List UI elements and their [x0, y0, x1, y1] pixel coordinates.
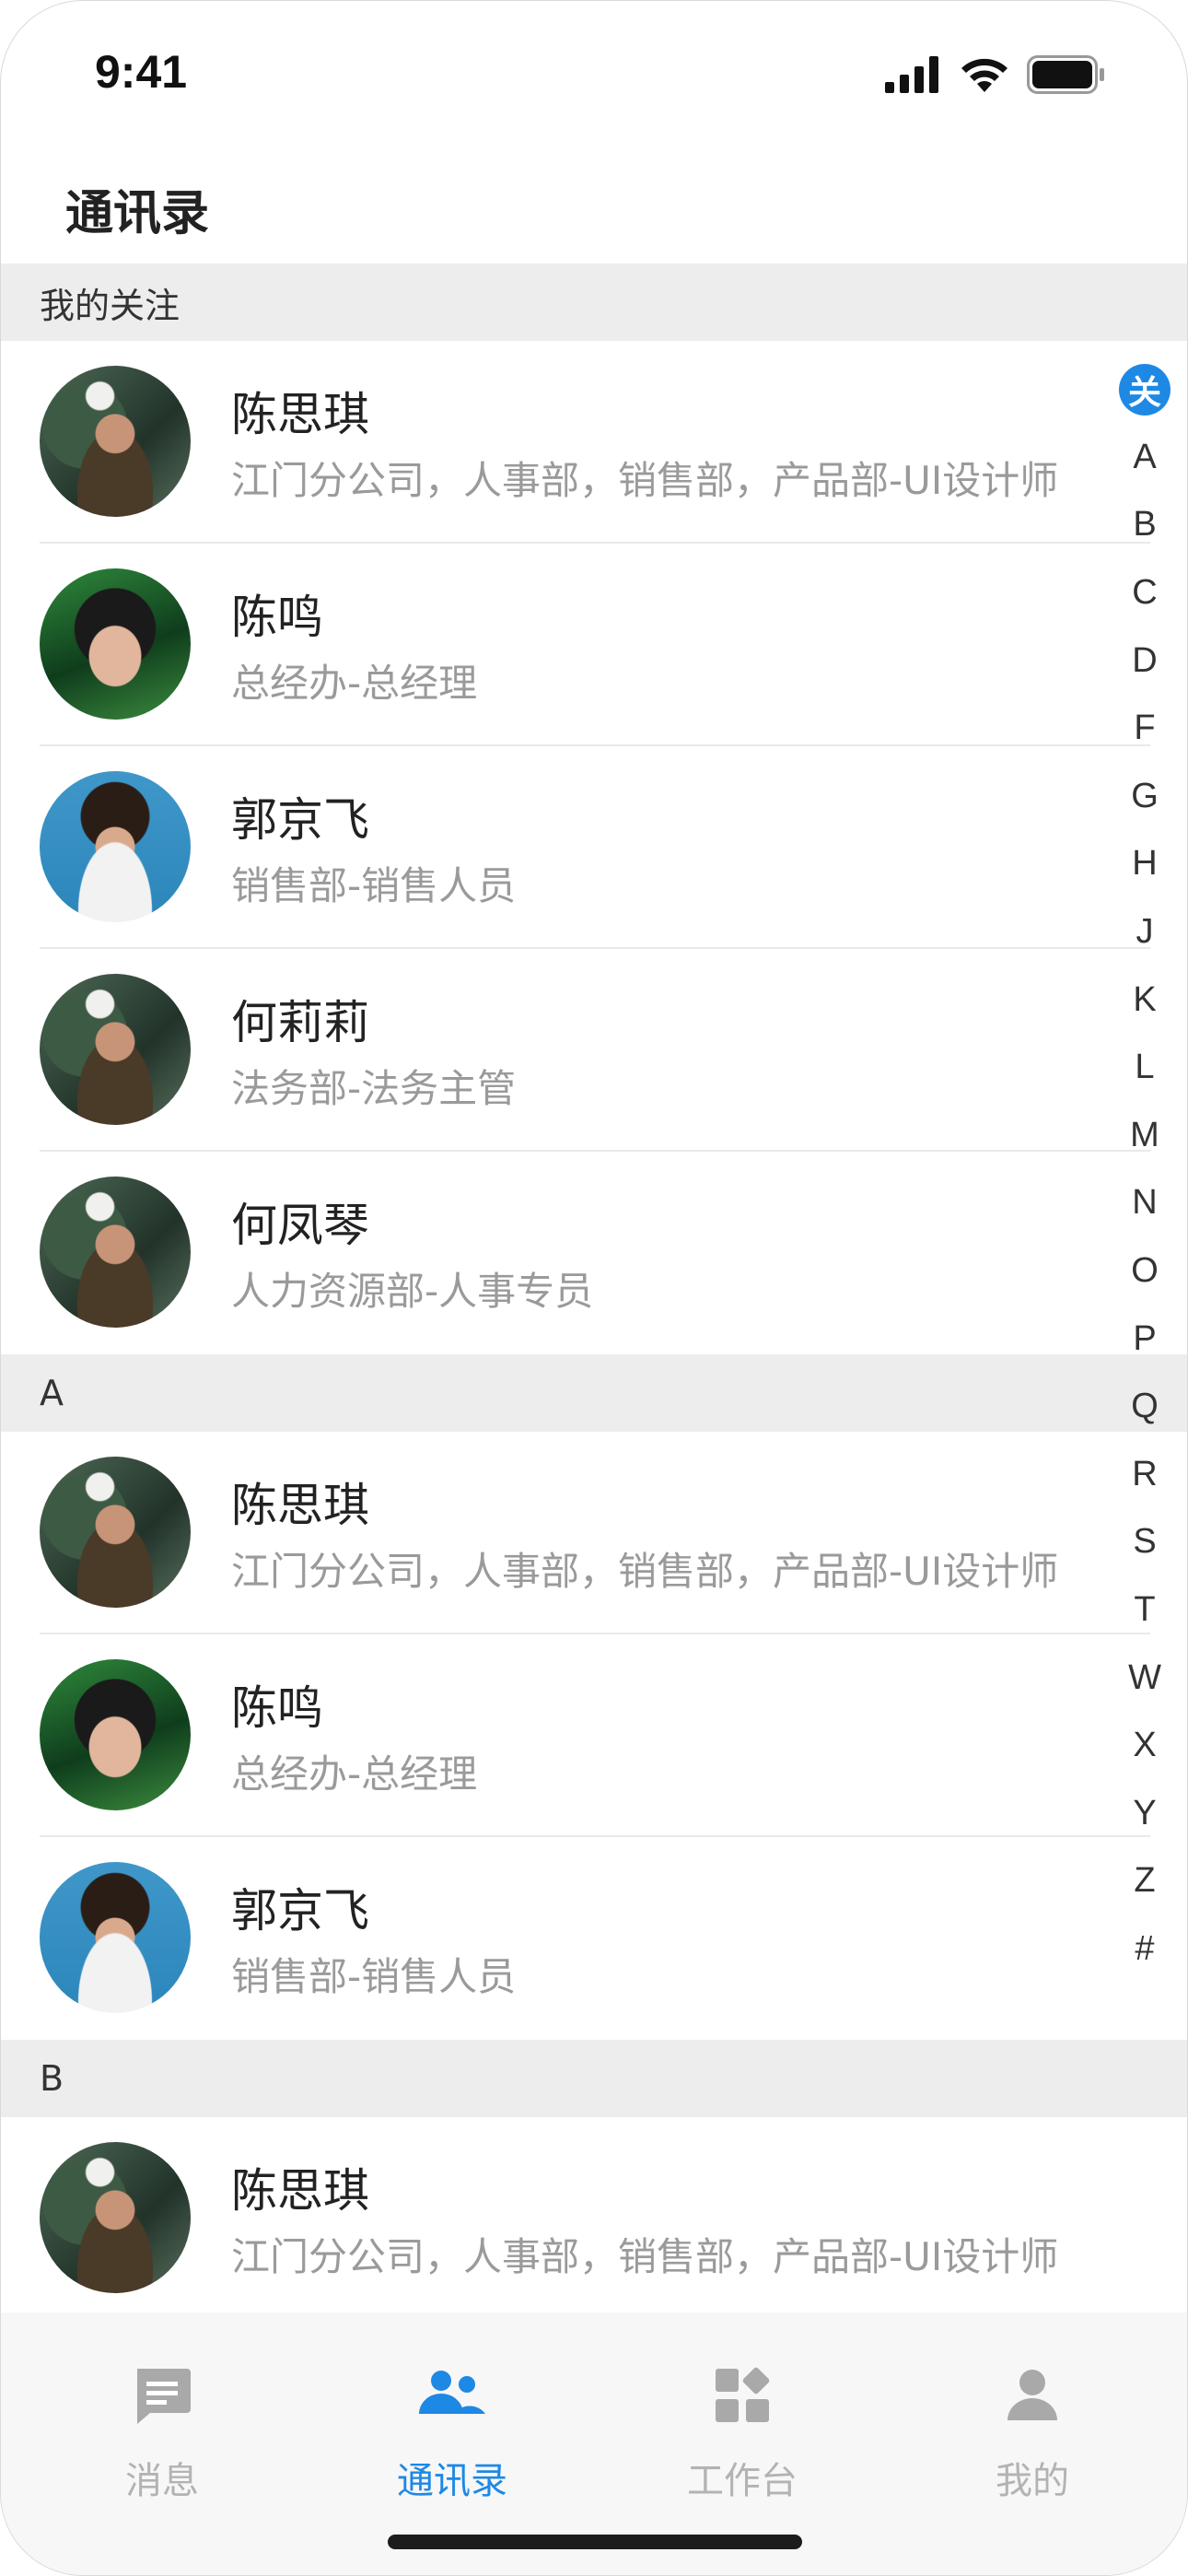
contact-department: 江门分公司，人事部，销售部，产品部-UI设计师: [231, 2234, 1059, 2279]
contact-department: 总经办-总经理: [231, 1751, 478, 1797]
index-item[interactable]: H: [1115, 830, 1174, 898]
avatar: [40, 1457, 191, 1608]
tab-messages[interactable]: 消息: [47, 2359, 277, 2504]
avatar: [40, 2142, 191, 2293]
status-bar: 9:41: [1, 1, 1187, 139]
index-item[interactable]: A: [1115, 424, 1174, 492]
contact-department: 销售部-销售人员: [231, 1954, 517, 1999]
index-item[interactable]: K: [1115, 966, 1174, 1034]
contact-row[interactable]: 陈鸣总经办-总经理: [1, 1634, 1187, 1837]
index-item[interactable]: M: [1115, 1102, 1174, 1170]
index-item[interactable]: X: [1115, 1712, 1174, 1780]
message-icon: [47, 2359, 277, 2432]
contact-department: 销售部-销售人员: [231, 863, 517, 908]
index-item[interactable]: J: [1115, 898, 1174, 966]
index-item-followed[interactable]: 关: [1115, 356, 1174, 424]
alphabet-index-bar[interactable]: 关 A B C D F G H J K L M N O P Q R S T W X Y Z #: [1115, 356, 1174, 1983]
contact-name: 郭京飞: [231, 793, 369, 847]
index-item[interactable]: T: [1115, 1576, 1174, 1645]
contact-department: 人力资源部-人事专员: [231, 1269, 594, 1314]
avatar: [40, 1659, 191, 1810]
index-item[interactable]: P: [1115, 1305, 1174, 1373]
contact-department: 江门分公司，人事部，销售部，产品部-UI设计师: [231, 1549, 1059, 1594]
index-item[interactable]: L: [1115, 1034, 1174, 1102]
contact-name: 陈思琪: [231, 1479, 369, 1532]
avatar: [40, 771, 191, 922]
wifi-icon: [961, 58, 1007, 92]
workbench-icon: [627, 2359, 857, 2432]
contact-row[interactable]: 陈思琪江门分公司，人事部，销售部，产品部-UI设计师: [1, 1432, 1187, 1634]
battery-icon: [1027, 55, 1104, 94]
tab-label: 消息: [125, 2460, 199, 2502]
status-icons: [885, 54, 1106, 95]
bottom-tab-bar: 消息 通讯录 工作台 我的: [1, 2313, 1187, 2575]
section-header: A: [1, 1354, 1187, 1432]
contact-row[interactable]: 郭京飞销售部-销售人员: [1, 1837, 1187, 2040]
index-item[interactable]: C: [1115, 559, 1174, 627]
index-item[interactable]: W: [1115, 1644, 1174, 1712]
tab-label: 我的: [996, 2460, 1069, 2502]
contact-row[interactable]: 何凤琴人力资源部-人事专员: [1, 1152, 1187, 1354]
index-item[interactable]: S: [1115, 1508, 1174, 1576]
index-item[interactable]: N: [1115, 1169, 1174, 1237]
index-active-badge: 关: [1119, 363, 1171, 416]
index-item[interactable]: R: [1115, 1441, 1174, 1509]
contact-row[interactable]: 何莉莉法务部-法务主管: [1, 949, 1187, 1152]
contact-row[interactable]: 陈鸣总经办-总经理: [1, 544, 1187, 746]
home-indicator: [388, 2535, 802, 2549]
tab-contacts[interactable]: 通讯录: [337, 2359, 567, 2504]
tab-label: 工作台: [687, 2460, 798, 2502]
contact-department: 总经办-总经理: [231, 661, 478, 706]
contact-name: 陈思琪: [231, 388, 369, 441]
cellular-signal-icon: [885, 56, 938, 93]
contact-list[interactable]: 我的关注 陈思琪 江门分公司，人事部，销售部，产品部-UI设计师 陈鸣 总经办-总经理郭…: [1, 263, 1187, 2320]
index-item[interactable]: Z: [1115, 1847, 1174, 1915]
contacts-icon: [337, 2359, 567, 2432]
index-item[interactable]: D: [1115, 626, 1174, 695]
contact-row[interactable]: 陈思琪江门分公司，人事部，销售部，产品部-UI设计师: [1, 2117, 1187, 2320]
contact-name: 何莉莉: [231, 996, 369, 1049]
avatar: [40, 1177, 191, 1328]
avatar: [40, 568, 191, 720]
index-item[interactable]: O: [1115, 1237, 1174, 1306]
avatar: [40, 974, 191, 1125]
tab-label: 通讯录: [397, 2460, 507, 2502]
tab-workbench[interactable]: 工作台: [627, 2359, 857, 2504]
tab-profile[interactable]: 我的: [917, 2359, 1147, 2504]
avatar: [40, 1862, 191, 2013]
profile-icon: [917, 2359, 1147, 2432]
index-item[interactable]: Y: [1115, 1779, 1174, 1847]
section-header: B: [1, 2040, 1187, 2117]
index-item[interactable]: F: [1115, 695, 1174, 763]
phone-screen: 9:41 通讯录 我的关注 陈思琪 江门分公司，人事部，销售部，产品部-UI设计师陈…: [0, 0, 1188, 2576]
contact-department: 江门分公司，人事部，销售部，产品部-UI设计师: [231, 458, 1059, 503]
index-item[interactable]: B: [1115, 491, 1174, 559]
index-item[interactable]: Q: [1115, 1373, 1174, 1441]
contact-name: 何凤琴: [231, 1199, 369, 1252]
contact-name: 陈鸣: [231, 1681, 323, 1735]
page-title: 通讯录: [65, 186, 210, 241]
contact-name: 陈鸣: [231, 591, 323, 644]
index-item[interactable]: #: [1115, 1915, 1174, 1984]
index-item[interactable]: G: [1115, 763, 1174, 831]
contact-row[interactable]: 陈思琪江门分公司，人事部，销售部，产品部-UI设计师: [1, 341, 1187, 544]
contact-department: 法务部-法务主管: [231, 1066, 517, 1111]
status-time: 9:41: [95, 46, 188, 98]
contact-name: 陈思琪: [231, 2164, 369, 2218]
contact-name: 郭京飞: [231, 1884, 369, 1938]
contact-row[interactable]: 郭京飞销售部-销售人员: [1, 746, 1187, 949]
section-header: 我的关注: [1, 263, 1187, 341]
avatar: [40, 366, 191, 517]
